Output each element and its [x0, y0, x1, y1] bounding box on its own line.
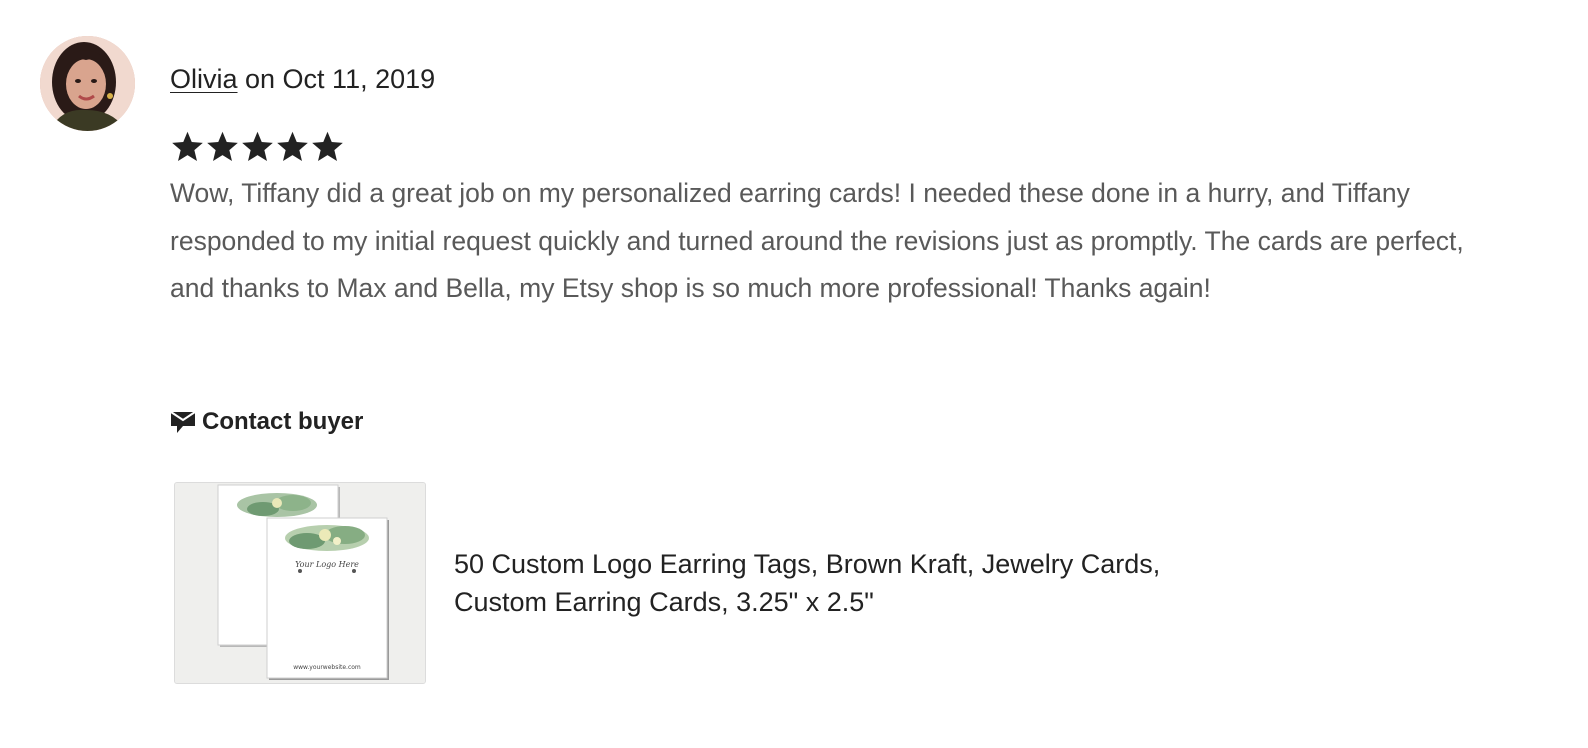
earring-card-image: Your Logo Here www.yourwebsite.com — [175, 483, 425, 683]
star-icon — [207, 131, 238, 161]
review-text: Wow, Tiffany did a great job on my perso… — [170, 178, 1464, 303]
contact-buyer-button[interactable]: Contact buyer — [170, 406, 363, 438]
card-website-text: www.yourwebsite.com — [293, 664, 361, 671]
star-icon — [277, 131, 308, 161]
review-meta: Olivia on Oct 11, 2019 — [170, 62, 435, 96]
listing-thumbnail[interactable]: Your Logo Here www.yourwebsite.com — [174, 482, 426, 684]
reviewer-avatar[interactable] — [40, 36, 135, 131]
card-logo-text: Your Logo Here — [295, 560, 359, 569]
star-icon — [242, 131, 273, 161]
purchased-listing[interactable]: Your Logo Here www.yourwebsite.com 50 Cu… — [174, 482, 1254, 684]
review-date: on Oct 11, 2019 — [237, 64, 436, 94]
reviewer-photo — [40, 36, 135, 131]
envelope-chat-icon — [170, 411, 196, 433]
contact-buyer-label: Contact buyer — [202, 408, 364, 435]
reviewer-name-link[interactable]: Olivia — [170, 64, 238, 94]
star-rating — [170, 128, 345, 166]
star-icon — [172, 131, 203, 161]
listing-title[interactable]: 50 Custom Logo Earring Tags, Brown Kraft… — [454, 545, 1254, 621]
star-icon — [312, 131, 343, 161]
